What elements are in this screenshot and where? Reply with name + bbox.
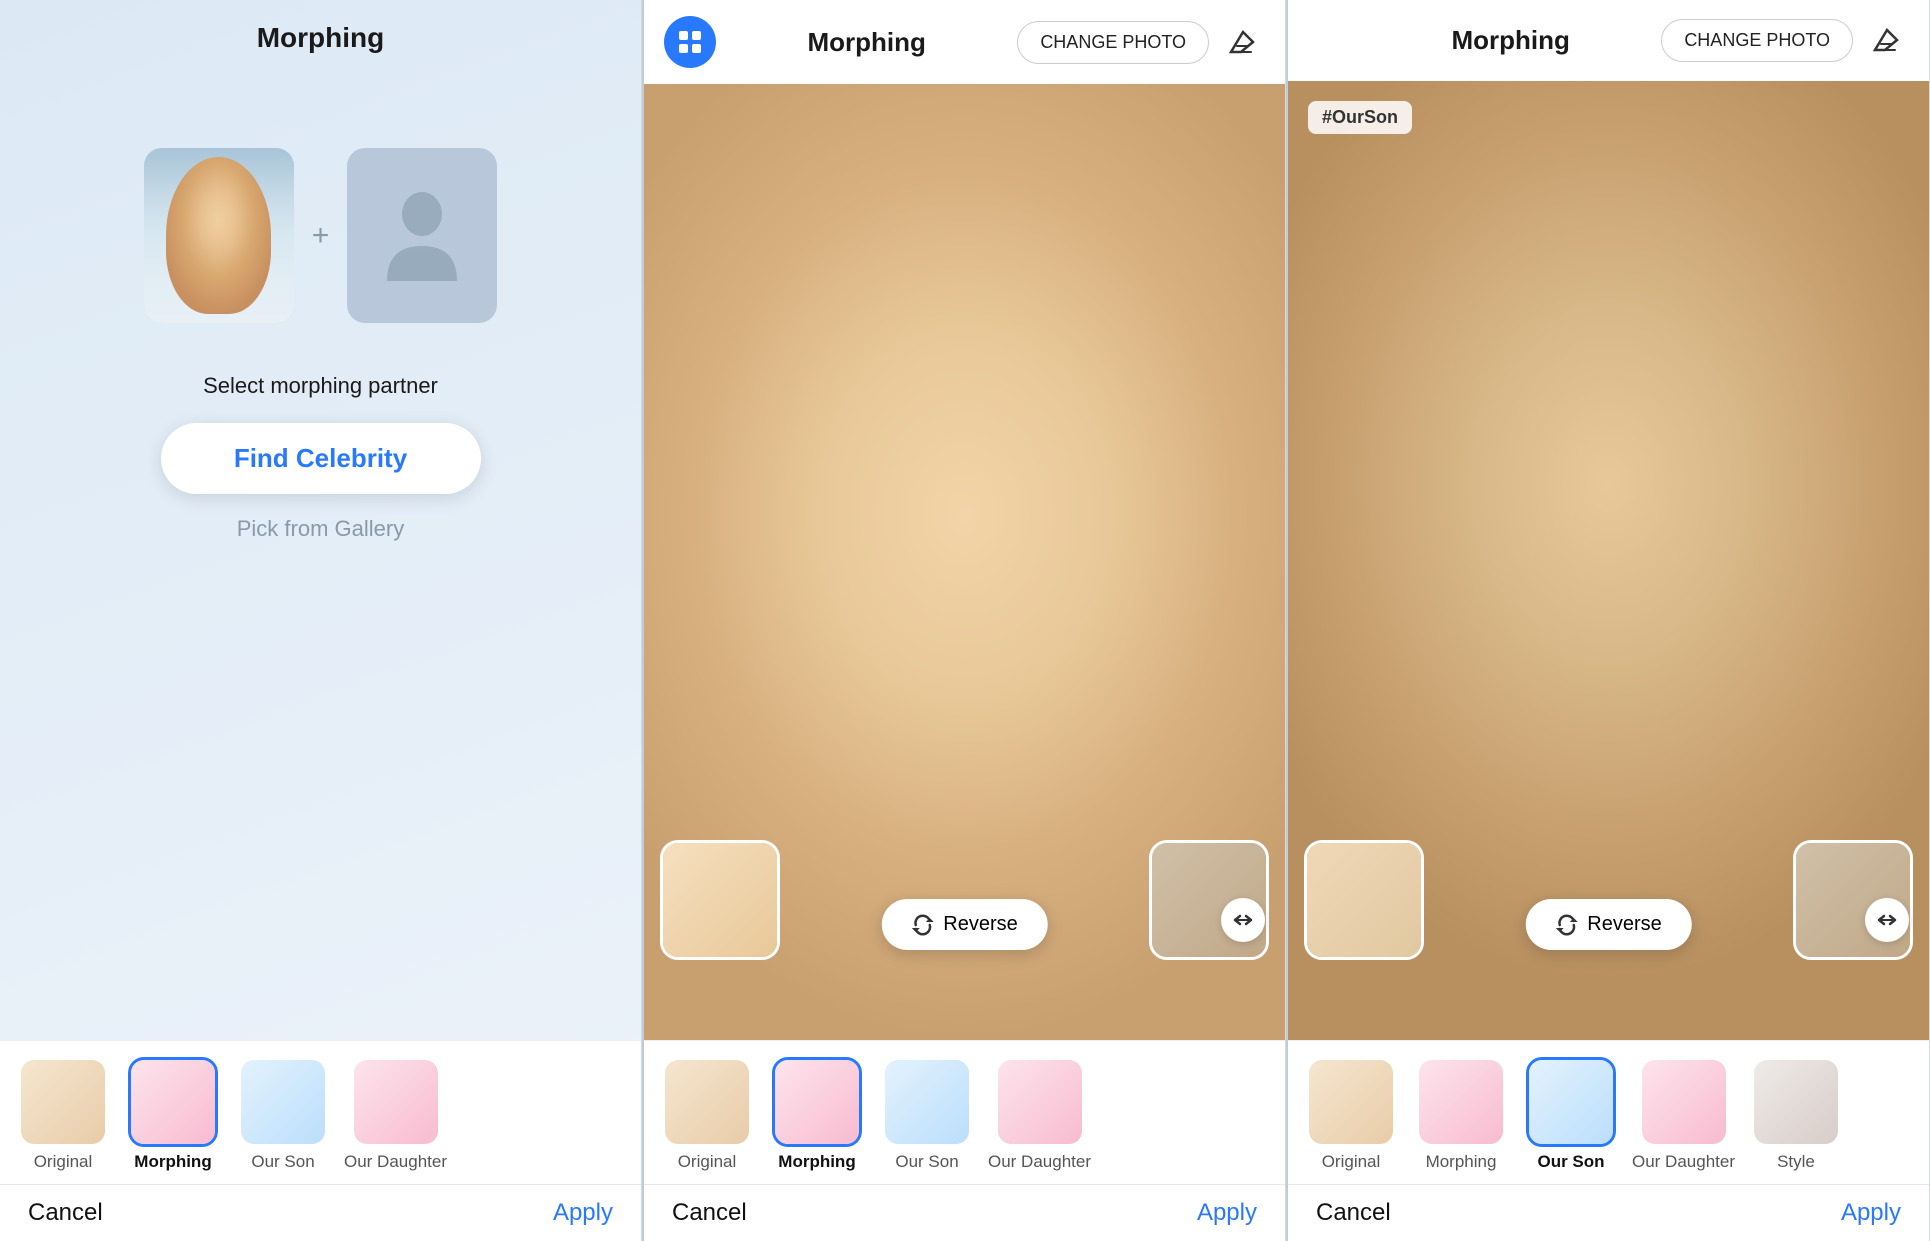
thumb-img-morphing-p1 [128,1057,218,1147]
thumb-img-morphing-p2 [772,1057,862,1147]
panel-left: Morphing + Select morphing partner Find … [0,0,642,1241]
reverse-icon-p3 [1555,914,1577,936]
eraser-icon-button-p2[interactable] [1219,18,1265,67]
source-photo[interactable] [144,148,294,323]
tab-strip-panel1: Original Morphing Our Son Our Daughter [0,1040,641,1184]
thumb-img-ourdaughter-p2 [995,1057,1085,1147]
tab-label-morphing-p3: Morphing [1426,1152,1497,1172]
reverse-label-p2: Reverse [943,913,1017,936]
partner-photo-placeholder[interactable] [347,148,497,323]
panel2-title: Morphing [716,27,1017,58]
apply-button-p2[interactable]: Apply [1197,1199,1257,1227]
tab-original-p2[interactable]: Original [652,1053,762,1176]
cancel-button-p2[interactable]: Cancel [672,1199,747,1227]
tab-strip-p2: Original Morphing Our Son Our Daughter [644,1040,1285,1184]
panel1-title: Morphing [0,0,641,68]
tab-label-ourson-p3: Our Son [1537,1152,1604,1172]
change-photo-button-p2[interactable]: CHANGE PHOTO [1017,21,1209,64]
tab-original-p1[interactable]: Original [8,1053,118,1176]
tab-label-ourson-p1: Our Son [251,1152,314,1172]
thumb-img-style-p3 [1751,1057,1841,1147]
panel-middle: Morphing CHANGE PHOTO [644,0,1286,1241]
corner-thumb-left-p2[interactable] [660,840,780,960]
header-p2: Morphing CHANGE PHOTO [644,0,1285,84]
tab-morphing-p2[interactable]: Morphing [762,1053,872,1176]
grid-icon-button-p2[interactable] [664,16,716,68]
thumb-img-ourson-p1 [238,1057,328,1147]
expand-button-p2[interactable] [1221,898,1265,942]
thumb-img-morphing-p3 [1416,1057,1506,1147]
expand-button-p3[interactable] [1865,898,1909,942]
apply-button-p1[interactable]: Apply [553,1199,613,1227]
thumb-img-original-p3 [1306,1057,1396,1147]
action-bar-p3: Cancel Apply [1288,1184,1929,1241]
tab-morphing-p3[interactable]: Morphing [1406,1053,1516,1176]
tab-strip-p3: Original Morphing Our Son Our Daughter S… [1288,1040,1929,1184]
apply-button-p3[interactable]: Apply [1841,1199,1901,1227]
reverse-button-p2[interactable]: Reverse [881,899,1047,950]
tab-original-p3[interactable]: Original [1296,1053,1406,1176]
header-p3: Morphing CHANGE PHOTO [1288,0,1929,81]
person-silhouette-icon [382,186,462,286]
tab-label-ourdaughter-p3: Our Daughter [1632,1152,1735,1172]
select-partner-label: Select morphing partner [0,373,641,399]
thumb-img-ourson-p2 [882,1057,972,1147]
grid-icon [676,28,704,56]
action-bar-p2: Cancel Apply [644,1184,1285,1241]
tab-label-morphing-p2: Morphing [778,1152,855,1172]
hashtag-overlay-p3: #OurSon [1308,101,1412,134]
tab-ourson-p2[interactable]: Our Son [872,1053,982,1176]
panel-right: Morphing CHANGE PHOTO #OurSon [1288,0,1930,1241]
tab-label-ourdaughter-p1: Our Daughter [344,1152,447,1172]
tab-label-ourson-p2: Our Son [895,1152,958,1172]
expand-icon [1231,908,1255,932]
eraser-icon [1225,24,1259,58]
cancel-button-p3[interactable]: Cancel [1316,1199,1391,1227]
cancel-button-p1[interactable]: Cancel [28,1199,103,1227]
plus-icon: + [312,219,330,253]
action-bar-p1: Cancel Apply [0,1184,641,1241]
find-celebrity-button[interactable]: Find Celebrity [161,423,481,494]
thumb-img-ourdaughter-p3 [1639,1057,1729,1147]
thumb-img-ourdaughter-p1 [351,1057,441,1147]
tab-label-original-p3: Original [1322,1152,1381,1172]
expand-icon-p3 [1875,908,1899,932]
main-photo-area-p2: Reverse [644,84,1285,1040]
change-photo-button-p3[interactable]: CHANGE PHOTO [1661,19,1853,62]
tab-label-original-p1: Original [34,1152,93,1172]
thumb-img-ourson-p3 [1526,1057,1616,1147]
eraser-icon-button-p3[interactable] [1863,16,1909,65]
reverse-button-p3[interactable]: Reverse [1525,899,1691,950]
morph-image-row: + [0,148,641,323]
tab-ourdaughter-p3[interactable]: Our Daughter [1626,1053,1741,1176]
tab-ourdaughter-p1[interactable]: Our Daughter [338,1053,453,1176]
reverse-label-p3: Reverse [1587,913,1661,936]
reverse-icon [911,914,933,936]
eraser-icon-p3 [1869,22,1903,56]
tab-label-morphing-p1: Morphing [134,1152,211,1172]
thumb-img-original-p1 [18,1057,108,1147]
tab-ourson-p1[interactable]: Our Son [228,1053,338,1176]
tab-ourdaughter-p2[interactable]: Our Daughter [982,1053,1097,1176]
tab-label-ourdaughter-p2: Our Daughter [988,1152,1091,1172]
panel3-title: Morphing [1360,25,1661,56]
thumb-img-original-p2 [662,1057,752,1147]
pick-from-gallery-button[interactable]: Pick from Gallery [237,516,404,542]
corner-thumb-left-p3[interactable] [1304,840,1424,960]
tab-label-style-p3: Style [1777,1152,1815,1172]
tab-ourson-p3[interactable]: Our Son [1516,1053,1626,1176]
tab-label-original-p2: Original [678,1152,737,1172]
main-photo-area-p3: #OurSon Reverse [1288,81,1929,1040]
tab-morphing-p1[interactable]: Morphing [118,1053,228,1176]
tab-style-p3[interactable]: Style [1741,1053,1851,1176]
